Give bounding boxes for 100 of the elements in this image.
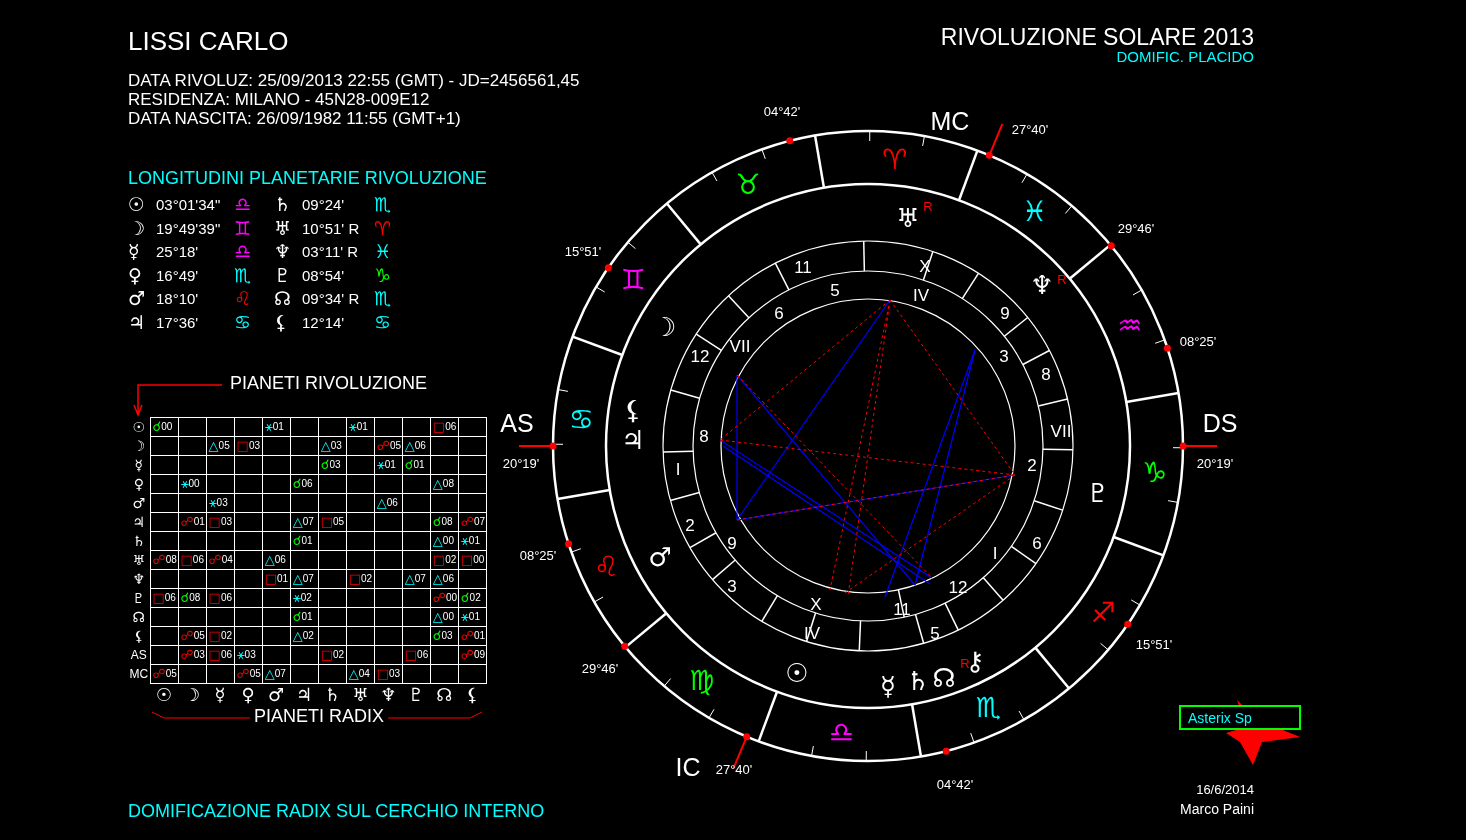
zodiac-sign: ♌: [234, 287, 253, 311]
longitude-value: 08°54': [302, 265, 346, 286]
grid-cell: [290, 664, 319, 684]
grid-cell: [262, 607, 291, 627]
house-number: IV: [912, 285, 930, 305]
grid-cell: [234, 417, 263, 437]
grid-cell: □03: [374, 664, 403, 684]
grid-cell: [374, 417, 403, 437]
zodiac-sign: ♎: [828, 716, 854, 750]
zodiac-sign: ♈: [374, 216, 393, 241]
info-line: RESIDENZA: MILANO - 45N28-009E12: [128, 90, 430, 109]
grid-cell: ☍04: [206, 550, 235, 570]
grid-cell: □00: [458, 550, 487, 570]
zodiac-sign: ♍: [688, 664, 715, 698]
grid-cell: [262, 626, 291, 646]
grid-cell: [374, 588, 403, 608]
column-label: ♃: [290, 683, 319, 706]
grid-cell: [458, 417, 487, 437]
longitude-value: 25°18': [156, 242, 200, 263]
longitude-value: 09°34' R: [302, 289, 361, 310]
grid-cell: □06: [150, 588, 179, 608]
column-label: ♅: [346, 683, 375, 706]
zodiac-sign: ♊: [234, 216, 253, 241]
grid-cell: [290, 455, 319, 475]
column-label: ♆: [374, 683, 403, 706]
grid-row-title: PIANETI RIVOLUZIONE: [230, 372, 428, 395]
zodiac-sign: ♎: [234, 240, 253, 264]
grid-cell: □06: [430, 417, 459, 437]
grid-cell: [150, 436, 179, 456]
house-number: 8: [1041, 364, 1051, 384]
grid-cell: △05: [206, 436, 235, 456]
bracket-icon: [388, 709, 485, 722]
grid-cell: [178, 531, 207, 551]
planet-glyph: ♆: [274, 240, 293, 264]
grid-cell: [374, 531, 403, 551]
house-number: 6: [1032, 533, 1042, 553]
grid-cell: [374, 645, 403, 665]
row-label: ♄: [128, 531, 150, 551]
grid-cell: [234, 493, 263, 513]
row-label: AS: [128, 645, 150, 665]
grid-cell: [374, 512, 403, 532]
grid-cell: [430, 493, 459, 513]
grid-cell: ☌03: [430, 626, 459, 646]
row-label: ☉: [128, 417, 150, 437]
grid-cell: □06: [206, 645, 235, 665]
house-number: VII: [729, 336, 751, 356]
grid-cell: [346, 626, 375, 646]
grid-cell: [234, 550, 263, 570]
retrograde-mark: R: [1057, 271, 1067, 287]
grid-cell: [150, 531, 179, 551]
grid-cell: [346, 588, 375, 608]
grid-cell: [178, 493, 207, 513]
zodiac-sign: ♐: [1090, 596, 1116, 629]
grid-cell: [262, 588, 291, 608]
grid-cell: [402, 417, 431, 437]
zodiac-sign: ♎: [234, 193, 253, 217]
grid-cell: [430, 664, 459, 684]
grid-cell: [402, 474, 431, 494]
planet-glyph: ⚸: [623, 395, 643, 425]
grid-cell: △00: [430, 607, 459, 627]
row-label: ♇: [128, 588, 150, 608]
grid-cell: [262, 474, 291, 494]
grid-cell: ☌00: [150, 417, 179, 437]
grid-cell: [178, 569, 207, 589]
grid-cell: ⚹03: [234, 645, 263, 665]
grid-cell: [234, 455, 263, 475]
zodiac-sign: ♑: [1142, 456, 1168, 490]
grid-cell: [178, 417, 207, 437]
grid-cell: ☍08: [150, 550, 179, 570]
grid-cell: [206, 474, 235, 494]
longitude-value: 19°49'39": [156, 218, 222, 239]
longitude-value: 03°01'34": [156, 195, 222, 215]
house-number: 3: [727, 576, 737, 596]
house-number: 6: [774, 303, 784, 323]
grid-cell: ☍01: [458, 626, 487, 646]
grid-cell: ☍05: [178, 626, 207, 646]
degree-label: 27°40': [715, 761, 753, 777]
zodiac-sign: ♏: [374, 193, 393, 217]
grid-cell: □02: [430, 550, 459, 570]
grid-cell: ⚹01: [346, 417, 375, 437]
grid-cell: [206, 664, 235, 684]
grid-cell: [150, 493, 179, 513]
grid-cell: [178, 607, 207, 627]
grid-cell: [346, 436, 375, 456]
grid-cell: △07: [402, 569, 431, 589]
grid-cell: [346, 512, 375, 532]
grid-cell: ⚹01: [262, 417, 291, 437]
grid-cell: ⚹01: [458, 607, 487, 627]
grid-cell: [290, 550, 319, 570]
zodiac-sign: ♑: [374, 263, 393, 288]
grid-column-title: PIANETI RADIX: [254, 705, 385, 726]
longitude-value: 10°51' R: [302, 218, 361, 239]
house-number: I: [675, 459, 681, 479]
grid-cell: △04: [346, 664, 375, 684]
chart-title: RIVOLUZIONE SOLARE 2013: [940, 24, 1254, 50]
longitude-value: 17°36': [156, 312, 200, 333]
grid-cell: [318, 626, 347, 646]
grid-cell: △00: [430, 531, 459, 551]
degree-label: 15°51': [564, 243, 602, 259]
row-label: ☊: [128, 607, 150, 627]
